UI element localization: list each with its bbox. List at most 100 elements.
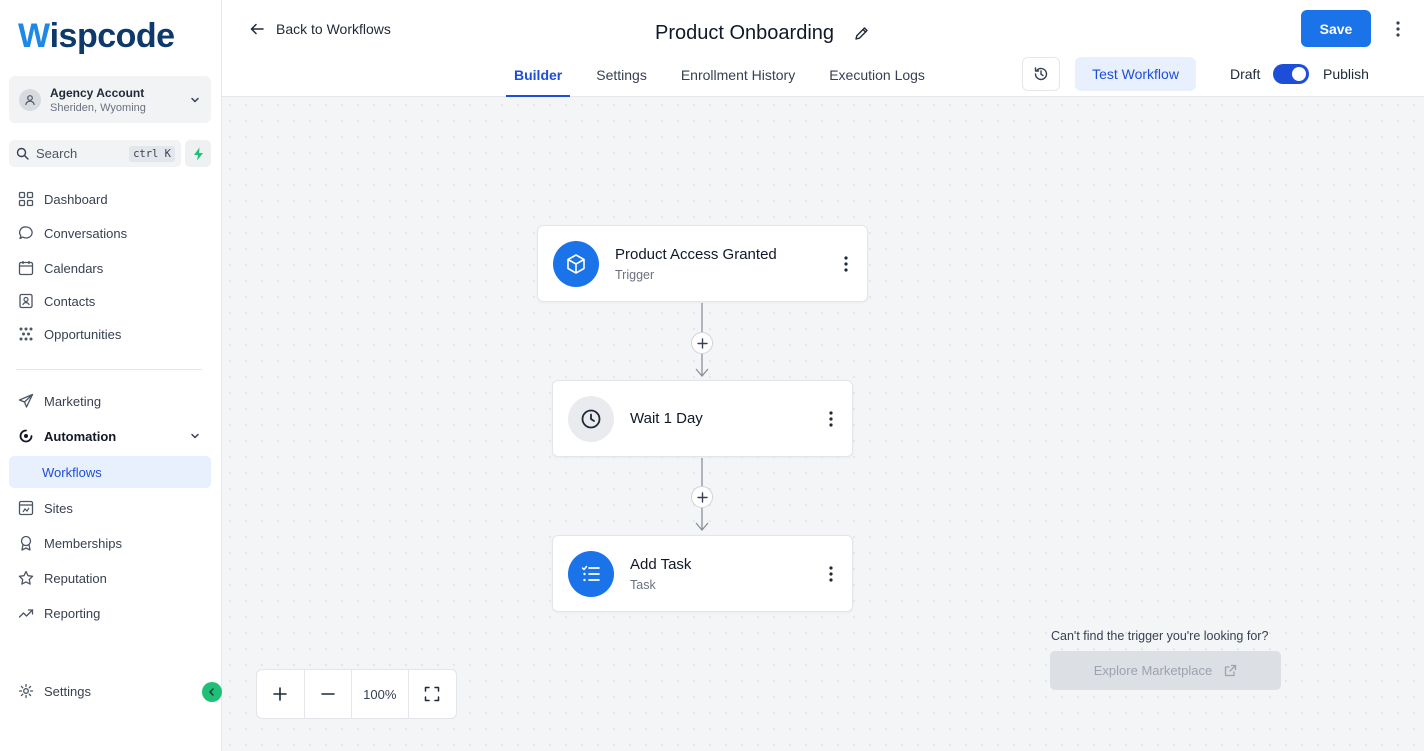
brand-logo[interactable]: Wispcode xyxy=(18,14,175,58)
collapse-sidebar-button[interactable] xyxy=(202,682,222,702)
workflow-node-trigger[interactable]: Product Access Granted Trigger xyxy=(537,225,868,302)
sidebar-item-workflows[interactable]: Workflows xyxy=(9,456,211,488)
sidebar-item-label: Sites xyxy=(44,500,73,516)
chevron-left-icon xyxy=(207,687,217,697)
sidebar-item-label: Automation xyxy=(44,428,117,444)
send-icon xyxy=(17,392,35,410)
account-location: Sheriden, Wyoming xyxy=(50,101,146,114)
sidebar-item-label: Conversations xyxy=(44,225,128,241)
external-link-icon xyxy=(1224,664,1237,677)
sidebar-item-label: Opportunities xyxy=(44,326,122,342)
sidebar-item-label: Memberships xyxy=(44,535,123,551)
node-title: Wait 1 Day xyxy=(630,410,703,427)
workflow-node-wait[interactable]: Wait 1 Day xyxy=(552,380,853,457)
explore-marketplace-button[interactable]: Explore Marketplace xyxy=(1050,651,1281,690)
tab-builder[interactable]: Builder xyxy=(506,62,571,97)
sidebar-item-dashboard[interactable]: Dashboard xyxy=(9,184,211,214)
account-name: Agency Account xyxy=(50,85,145,100)
sidebar-item-memberships[interactable]: Memberships xyxy=(9,528,211,558)
version-history-button[interactable] xyxy=(1022,57,1060,91)
tab-execution-logs[interactable]: Execution Logs xyxy=(821,62,933,97)
sidebar-item-settings[interactable]: Settings xyxy=(9,676,211,706)
sidebar-item-label: Calendars xyxy=(44,260,104,276)
tab-settings[interactable]: Settings xyxy=(588,62,655,97)
sidebar: Wispcode Agency Account Sheriden, Wyomin… xyxy=(0,0,222,751)
account-avatar-icon xyxy=(19,88,41,111)
sidebar-item-calendars[interactable]: Calendars xyxy=(9,253,211,283)
contact-card-icon xyxy=(17,292,35,310)
node-menu-icon[interactable] xyxy=(816,559,846,589)
search-shortcut: ctrl K xyxy=(129,145,175,162)
fit-view-button[interactable] xyxy=(409,670,457,718)
node-subtitle: Trigger xyxy=(615,267,655,282)
badge-icon xyxy=(17,534,35,552)
logo-mark: W xyxy=(18,16,50,55)
task-list-icon xyxy=(568,550,614,597)
chevron-down-icon xyxy=(189,430,201,442)
history-icon xyxy=(1033,66,1049,82)
marketplace-button-label: Explore Marketplace xyxy=(1093,663,1213,678)
trend-icon xyxy=(17,604,35,622)
node-menu-icon[interactable] xyxy=(831,249,861,279)
back-to-workflows-link[interactable]: Back to Workflows xyxy=(250,19,391,39)
node-subtitle: Task xyxy=(630,577,656,592)
search-input[interactable]: Search ctrl K xyxy=(9,140,181,167)
sidebar-item-sites[interactable]: Sites xyxy=(9,493,211,523)
site-icon xyxy=(17,499,35,517)
test-workflow-button[interactable]: Test Workflow xyxy=(1075,57,1196,91)
minus-icon xyxy=(320,687,335,701)
sidebar-item-contacts[interactable]: Contacts xyxy=(9,286,211,316)
sidebar-item-reputation[interactable]: Reputation xyxy=(9,563,211,593)
grid-icon xyxy=(17,190,35,208)
arrow-left-icon xyxy=(250,23,264,35)
pencil-icon[interactable] xyxy=(854,26,869,41)
workflow-canvas[interactable]: Product Access Granted Trigger Wait 1 Da… xyxy=(222,97,1424,751)
sidebar-item-reporting[interactable]: Reporting xyxy=(9,598,211,628)
node-menu-icon[interactable] xyxy=(816,404,846,434)
gear-icon xyxy=(17,682,35,700)
chat-bubble-icon xyxy=(17,224,35,242)
sidebar-item-automation[interactable]: Automation xyxy=(9,421,211,451)
plus-icon xyxy=(273,687,288,701)
add-step-button[interactable] xyxy=(691,486,713,508)
plus-icon xyxy=(696,337,708,349)
account-switcher[interactable]: Agency Account Sheriden, Wyoming xyxy=(9,76,211,123)
sidebar-item-label: Dashboard xyxy=(44,191,108,207)
clock-icon xyxy=(568,395,614,442)
star-icon xyxy=(17,569,35,587)
node-title: Add Task xyxy=(630,555,692,573)
publish-label: Publish xyxy=(1323,66,1369,82)
quick-actions-button[interactable] xyxy=(185,140,211,167)
zoom-in-button[interactable] xyxy=(257,670,305,718)
draft-label: Draft xyxy=(1230,66,1261,82)
sidebar-divider xyxy=(16,369,202,370)
search-icon xyxy=(16,147,29,160)
workflow-header: Back to Workflows Product Onboarding Bui… xyxy=(222,0,1424,97)
sidebar-item-label: Reporting xyxy=(44,605,101,621)
node-title: Product Access Granted xyxy=(615,245,777,263)
workflow-title-text: Product Onboarding xyxy=(655,21,835,44)
more-options-icon[interactable] xyxy=(1390,18,1406,40)
sidebar-item-conversations[interactable]: Conversations xyxy=(9,218,211,248)
add-step-button[interactable] xyxy=(691,332,713,354)
workflow-title: Product Onboarding xyxy=(655,20,869,46)
automation-icon xyxy=(17,427,35,445)
workflow-node-task[interactable]: Add Task Task xyxy=(552,535,853,612)
cube-icon xyxy=(553,240,599,287)
sidebar-item-opportunities[interactable]: Opportunities xyxy=(9,319,211,349)
marketplace-prompt: Can't find the trigger you're looking fo… xyxy=(1051,629,1269,643)
sidebar-item-marketing[interactable]: Marketing xyxy=(9,386,211,416)
plus-icon xyxy=(696,491,708,503)
zoom-out-button[interactable] xyxy=(305,670,353,718)
back-label: Back to Workflows xyxy=(276,21,391,37)
sidebar-item-label: Settings xyxy=(44,683,91,699)
sidebar-item-label: Marketing xyxy=(44,393,102,409)
tab-enrollment-history[interactable]: Enrollment History xyxy=(673,62,803,97)
lightning-icon xyxy=(193,147,204,161)
publish-toggle[interactable] xyxy=(1273,64,1309,84)
workflow-tabs: Builder Settings Enrollment History Exec… xyxy=(506,62,951,97)
calendar-icon xyxy=(17,259,35,277)
save-button[interactable]: Save xyxy=(1301,10,1371,47)
sidebar-item-label: Workflows xyxy=(42,464,102,480)
zoom-controls: 100% xyxy=(256,669,457,719)
